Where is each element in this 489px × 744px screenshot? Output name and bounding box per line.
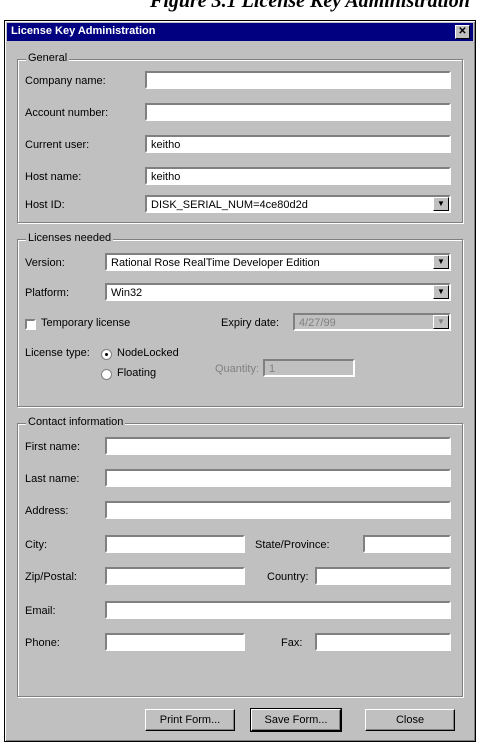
host-id-dropdown-icon[interactable]: ▼ bbox=[433, 197, 449, 211]
company-name-field[interactable] bbox=[145, 71, 451, 89]
close-button[interactable]: Close bbox=[365, 709, 455, 731]
general-legend: General bbox=[26, 52, 70, 64]
contact-group: Contact information bbox=[17, 416, 463, 697]
first-name-label: First name: bbox=[25, 441, 81, 453]
host-id-label: Host ID: bbox=[25, 199, 65, 211]
print-form-button[interactable]: Print Form... bbox=[145, 709, 235, 731]
licenses-legend: Licenses needed bbox=[26, 232, 114, 244]
expiry-date-dropdown-icon: ▼ bbox=[433, 315, 449, 329]
license-type-label: License type: bbox=[25, 347, 90, 359]
email-label: Email: bbox=[25, 605, 56, 617]
phone-label: Phone: bbox=[25, 637, 60, 649]
quantity-label: Quantity: bbox=[215, 363, 260, 375]
last-name-field[interactable] bbox=[105, 469, 451, 487]
zip-label: Zip/Postal: bbox=[25, 571, 77, 583]
host-name-label: Host name: bbox=[25, 171, 82, 183]
country-label: Country: bbox=[267, 571, 309, 583]
state-field[interactable] bbox=[363, 535, 451, 553]
version-label: Version: bbox=[25, 257, 65, 269]
account-number-field[interactable] bbox=[145, 103, 451, 121]
temporary-license-checkbox[interactable] bbox=[25, 319, 36, 330]
address-field[interactable] bbox=[105, 501, 451, 519]
nodelocked-radio[interactable] bbox=[101, 349, 112, 360]
platform-combo[interactable]: Win32 ▼ bbox=[105, 283, 451, 301]
floating-label[interactable]: Floating bbox=[117, 367, 156, 379]
expiry-date-value: 4/27/99 bbox=[299, 317, 336, 329]
zip-field[interactable] bbox=[105, 567, 245, 585]
account-number-label: Account number: bbox=[25, 107, 109, 119]
email-field[interactable] bbox=[105, 601, 451, 619]
phone-field[interactable] bbox=[105, 633, 245, 651]
country-field[interactable] bbox=[315, 567, 451, 585]
platform-dropdown-icon[interactable]: ▼ bbox=[433, 285, 449, 299]
address-label: Address: bbox=[25, 505, 69, 517]
temporary-license-label[interactable]: Temporary license bbox=[41, 317, 130, 329]
title-bar[interactable]: License Key Administration ✕ bbox=[7, 23, 473, 41]
host-id-combo[interactable]: DISK_SERIAL_NUM=4ce80d2d ▼ bbox=[145, 195, 451, 213]
figure-caption-strip: Figure 3.1 License Key Administration bbox=[0, 0, 489, 22]
company-name-label: Company name: bbox=[25, 75, 106, 87]
close-icon[interactable]: ✕ bbox=[455, 25, 470, 39]
version-dropdown-icon[interactable]: ▼ bbox=[433, 255, 449, 269]
current-user-label: Current user: bbox=[25, 139, 90, 151]
platform-label: Platform: bbox=[25, 287, 70, 299]
expiry-date-label: Expiry date: bbox=[221, 317, 280, 329]
nodelocked-label[interactable]: NodeLocked bbox=[117, 347, 179, 359]
floating-radio[interactable] bbox=[101, 369, 112, 380]
first-name-field[interactable] bbox=[105, 437, 451, 455]
contact-legend: Contact information bbox=[26, 416, 126, 428]
expiry-date-combo: 4/27/99 ▼ bbox=[293, 313, 451, 331]
host-name-field[interactable]: keitho bbox=[145, 167, 451, 185]
version-combo[interactable]: Rational Rose RealTime Developer Edition… bbox=[105, 253, 451, 271]
fax-field[interactable] bbox=[315, 633, 451, 651]
figure-caption: Figure 3.1 License Key Administration bbox=[150, 0, 470, 12]
version-value: Rational Rose RealTime Developer Edition bbox=[111, 257, 320, 269]
window-title: License Key Administration bbox=[11, 25, 156, 37]
license-key-dialog: License Key Administration ✕ General Com… bbox=[4, 20, 476, 742]
fax-label: Fax: bbox=[281, 637, 303, 649]
quantity-field: 1 bbox=[263, 359, 355, 377]
platform-value: Win32 bbox=[111, 287, 143, 299]
state-label: State/Province: bbox=[255, 539, 330, 551]
city-field[interactable] bbox=[105, 535, 245, 553]
current-user-field[interactable]: keitho bbox=[145, 135, 451, 153]
city-label: City: bbox=[25, 539, 47, 551]
save-form-button[interactable]: Save Form... bbox=[250, 708, 342, 732]
host-id-value: DISK_SERIAL_NUM=4ce80d2d bbox=[151, 199, 308, 211]
last-name-label: Last name: bbox=[25, 473, 80, 485]
